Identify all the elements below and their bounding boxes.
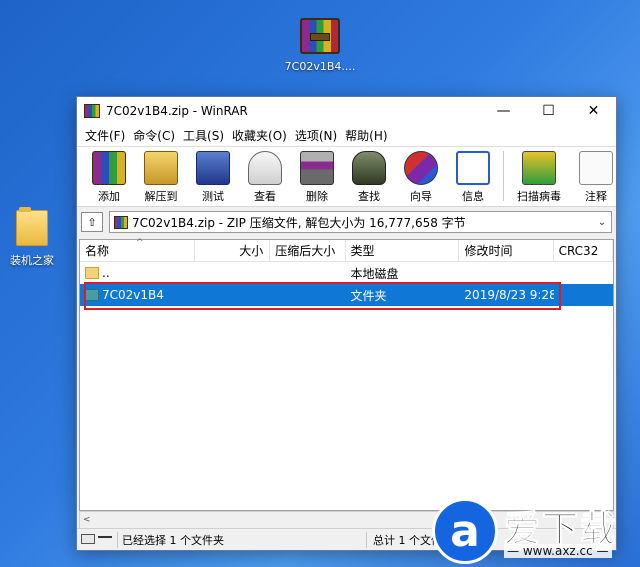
close-button[interactable]: ✕ xyxy=(571,97,616,125)
folder-icon xyxy=(85,289,99,301)
menu-help[interactable]: 帮助(H) xyxy=(341,127,391,144)
menu-bar: 文件(F) 命令(C) 工具(S) 收藏夹(O) 选项(N) 帮助(H) xyxy=(77,125,616,147)
delete-button[interactable]: 删除 xyxy=(291,151,343,204)
winrar-archive-icon xyxy=(300,18,340,54)
parent-folder-icon xyxy=(85,267,99,279)
toolbar: 添加 解压到 测试 查看 删除 查找 向导 信息 扫描病毒 注释 xyxy=(77,147,616,207)
menu-file[interactable]: 文件(F) xyxy=(81,127,129,144)
scroll-left-icon[interactable]: < xyxy=(83,515,91,525)
view-icon xyxy=(248,151,282,185)
menu-tools[interactable]: 工具(S) xyxy=(179,127,228,144)
maximize-button[interactable]: ☐ xyxy=(526,97,571,125)
address-text: 7C02v1B4.zip - ZIP 压缩文件, 解包大小为 16,777,65… xyxy=(132,215,466,230)
drive-icon[interactable] xyxy=(81,533,95,544)
extract-to-button[interactable]: 解压到 xyxy=(135,151,187,204)
toolbar-separator xyxy=(503,151,504,201)
title-bar[interactable]: 7C02v1B4.zip - WinRAR — ☐ ✕ xyxy=(77,97,616,125)
folder-icon xyxy=(16,207,48,246)
test-label: 测试 xyxy=(202,190,224,203)
find-button[interactable]: 查找 xyxy=(343,151,395,204)
view-button[interactable]: 查看 xyxy=(239,151,291,204)
desktop-rar-label: 7C02v1B4.... xyxy=(284,60,356,73)
file-list[interactable]: ^ 名称 大小 压缩后大小 类型 修改时间 CRC32 .. 本地磁盘 7C02… xyxy=(79,238,614,511)
menu-commands[interactable]: 命令(C) xyxy=(129,127,179,144)
info-icon xyxy=(456,151,490,185)
test-icon xyxy=(196,151,230,185)
info-label: 信息 xyxy=(462,190,484,203)
virus-scan-label: 扫描病毒 xyxy=(517,190,561,203)
table-row[interactable]: .. 本地磁盘 xyxy=(80,262,613,284)
comment-icon xyxy=(579,151,613,185)
row-date: 2019/8/23 9:28 xyxy=(464,288,554,302)
col-size[interactable]: 大小 xyxy=(195,240,271,261)
row-type: 本地磁盘 xyxy=(350,266,399,281)
up-folder-button[interactable]: ⇧ xyxy=(81,212,103,232)
info-button[interactable]: 信息 xyxy=(447,151,499,204)
add-label: 添加 xyxy=(98,190,120,203)
wizard-icon xyxy=(404,151,438,185)
address-field[interactable]: 7C02v1B4.zip - ZIP 压缩文件, 解包大小为 16,777,65… xyxy=(109,211,612,233)
table-row-selected[interactable]: 7C02v1B4 文件夹 2019/8/23 9:28 xyxy=(80,284,613,306)
view-label: 查看 xyxy=(254,190,276,203)
status-selection: 已经选择 1 个文件夹 xyxy=(117,531,366,548)
zip-archive-icon xyxy=(114,215,128,229)
desktop-folder[interactable]: 装机之家 xyxy=(4,207,60,268)
address-dropdown[interactable]: ⌄ xyxy=(593,217,611,228)
add-archive-icon xyxy=(92,151,126,185)
watermark-logo: a xyxy=(432,498,498,564)
virus-scan-icon xyxy=(522,151,556,185)
find-label: 查找 xyxy=(358,190,380,203)
add-button[interactable]: 添加 xyxy=(83,151,135,204)
col-type[interactable]: 类型 xyxy=(346,240,460,261)
desktop-folder-label: 装机之家 xyxy=(10,254,54,267)
extract-to-icon xyxy=(144,151,178,185)
row-type: 文件夹 xyxy=(350,288,387,303)
comment-button[interactable]: 注释 xyxy=(570,151,616,204)
winrar-app-icon xyxy=(84,104,100,118)
sort-ascending-icon: ^ xyxy=(136,238,144,248)
winrar-window: 7C02v1B4.zip - WinRAR — ☐ ✕ 文件(F) 命令(C) … xyxy=(76,96,617,551)
find-icon xyxy=(352,151,386,185)
col-modified[interactable]: 修改时间 xyxy=(459,240,554,261)
minimize-button[interactable]: — xyxy=(481,97,526,125)
menu-options[interactable]: 选项(N) xyxy=(291,127,341,144)
col-crc32[interactable]: CRC32 xyxy=(554,240,614,261)
col-packed[interactable]: 压缩后大小 xyxy=(270,240,346,261)
column-headers: ^ 名称 大小 压缩后大小 类型 修改时间 CRC32 xyxy=(80,238,614,262)
wizard-button[interactable]: 向导 xyxy=(395,151,447,204)
row-name: .. xyxy=(102,266,110,280)
virus-scan-button[interactable]: 扫描病毒 xyxy=(508,151,570,204)
delete-label: 删除 xyxy=(306,190,328,203)
menu-favorites[interactable]: 收藏夹(O) xyxy=(228,127,291,144)
extract-to-label: 解压到 xyxy=(144,190,178,203)
window-title: 7C02v1B4.zip - WinRAR xyxy=(106,104,248,118)
row-name: 7C02v1B4 xyxy=(102,288,164,302)
address-bar: ⇧ 7C02v1B4.zip - ZIP 压缩文件, 解包大小为 16,777,… xyxy=(77,207,616,237)
wizard-label: 向导 xyxy=(410,190,432,203)
watermark: a 爱下载 — www.axz.cc — xyxy=(430,496,640,567)
key-icon[interactable] xyxy=(98,535,112,546)
comment-label: 注释 xyxy=(585,190,607,203)
watermark-url: — www.axz.cc — xyxy=(504,544,612,558)
delete-icon xyxy=(300,151,334,185)
desktop-rar-file[interactable]: 7C02v1B4.... xyxy=(278,18,362,73)
test-button[interactable]: 测试 xyxy=(187,151,239,204)
